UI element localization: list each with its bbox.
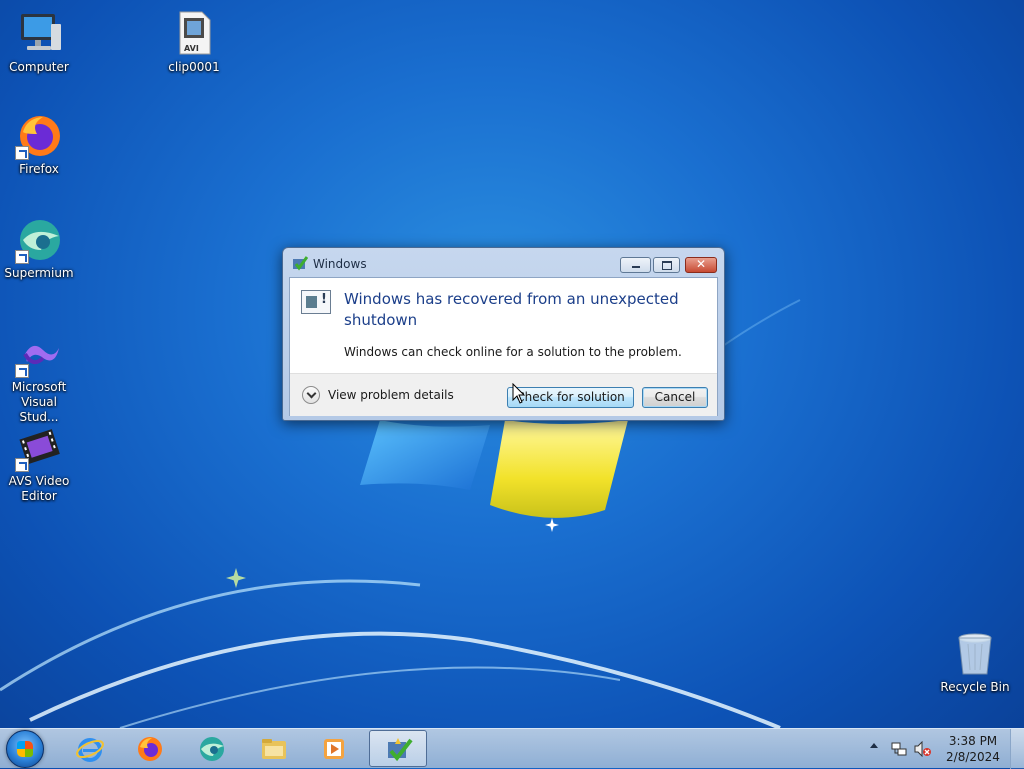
desktop-icon-clip0001[interactable]: AVI clip0001: [155, 10, 233, 75]
start-button[interactable]: [6, 730, 44, 768]
desktop-icon-label: Microsoft: [11, 380, 67, 394]
supermium-icon: [200, 737, 224, 761]
taskbar-file-explorer[interactable]: [245, 730, 303, 767]
cancel-button[interactable]: Cancel: [642, 387, 708, 408]
file-explorer-icon: [262, 739, 286, 759]
clock-date: 2/8/2024: [946, 750, 1000, 764]
desktop-icon-label: Computer: [9, 60, 69, 74]
shortcut-arrow-icon: [15, 364, 29, 378]
dialog-title: Windows: [313, 257, 367, 271]
avi-badge: AVI: [184, 44, 199, 53]
computer-icon: [15, 10, 63, 58]
recovery-dialog: Windows Windows has recovered from an un…: [282, 247, 725, 421]
taskbar: 3:38 PM 2/8/2024: [0, 728, 1024, 769]
minimize-button[interactable]: [620, 257, 651, 273]
taskbar-clock[interactable]: 3:38 PM 2/8/2024: [940, 733, 1006, 765]
desktop-icon-label: Supermium: [4, 266, 74, 280]
taskbar-supermium[interactable]: [183, 730, 241, 767]
desktop-icon-label: Visual Stud...: [19, 395, 59, 424]
maximize-button[interactable]: [653, 257, 680, 273]
mouse-cursor-icon: [512, 383, 526, 404]
chevron-down-icon[interactable]: [302, 386, 320, 404]
desktop-icon-supermium[interactable]: Supermium: [0, 216, 78, 281]
firefox-icon: [15, 112, 63, 160]
dialog-content: Windows has recovered from an unexpected…: [289, 277, 718, 416]
shortcut-arrow-icon: [15, 250, 29, 264]
desktop-icon-label: clip0001: [168, 60, 220, 74]
taskbar-firefox[interactable]: [121, 730, 179, 767]
internet-explorer-icon: [76, 738, 104, 762]
avi-file-icon: AVI: [170, 10, 218, 58]
problem-reports-icon: [388, 738, 413, 762]
close-button[interactable]: [685, 257, 717, 273]
desktop-icon-avs-video-editor[interactable]: AVS Video Editor: [0, 424, 78, 504]
taskbar-media-player[interactable]: [306, 730, 364, 767]
taskbar-internet-explorer[interactable]: [61, 730, 119, 767]
problem-reports-icon: [293, 256, 308, 271]
visual-studio-icon: [15, 330, 63, 378]
show-desktop-button[interactable]: [1010, 729, 1024, 769]
dialog-heading: Windows has recovered from an unexpected…: [344, 290, 679, 329]
clock-time: 3:38 PM: [948, 734, 998, 748]
view-problem-details-link[interactable]: View problem details: [328, 388, 454, 402]
error-report-icon: [301, 290, 331, 314]
dialog-footer: View problem details Check for solution …: [290, 373, 717, 416]
check-for-solution-button[interactable]: Check for solution: [507, 387, 634, 408]
network-icon[interactable]: [891, 741, 907, 757]
desktop-icon-label: Firefox: [19, 162, 59, 176]
desktop-icon-label: Editor: [21, 489, 57, 503]
desktop-icon-label: AVS Video: [8, 474, 70, 488]
desktop-icon-label: Recycle Bin: [940, 680, 1010, 694]
show-hidden-icons-icon[interactable]: [870, 743, 878, 748]
supermium-icon: [15, 216, 63, 264]
avs-video-editor-icon: [15, 424, 63, 472]
dialog-titlebar[interactable]: Windows: [283, 248, 724, 277]
volume-muted-icon[interactable]: [914, 741, 932, 757]
desktop-icon-recycle-bin[interactable]: Recycle Bin: [936, 630, 1014, 695]
media-player-icon: [324, 739, 344, 759]
recycle-bin-icon: [951, 630, 999, 678]
shortcut-arrow-icon: [15, 146, 29, 160]
desktop-icon-visual-studio[interactable]: Microsoft Visual Stud...: [0, 330, 78, 425]
shortcut-arrow-icon: [15, 458, 29, 472]
dialog-message: Windows can check online for a solution …: [344, 345, 682, 359]
taskbar-problem-reports[interactable]: [369, 730, 427, 767]
desktop-icon-computer[interactable]: Computer: [0, 10, 78, 75]
firefox-icon: [138, 737, 162, 761]
desktop-icon-firefox[interactable]: Firefox: [0, 112, 78, 177]
